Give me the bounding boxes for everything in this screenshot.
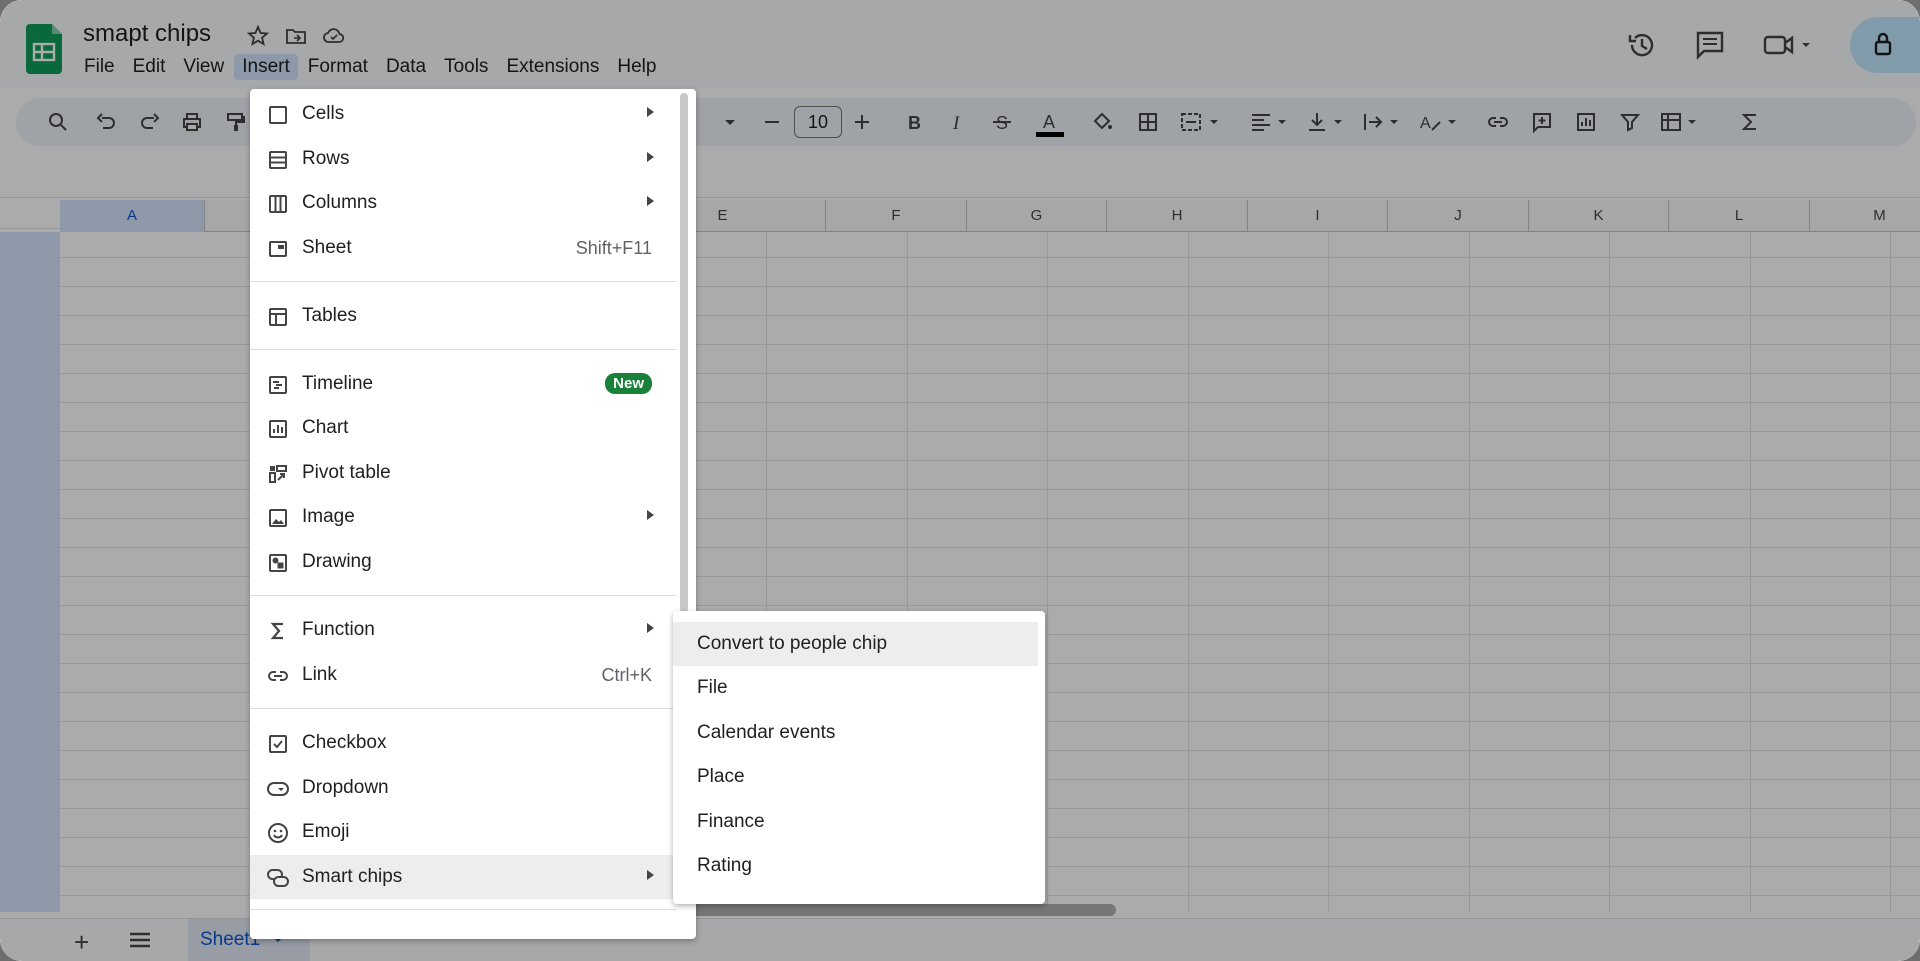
submenu-arrow-icon [647,107,654,117]
submenu-item-label: Calendar events [697,722,836,743]
menu-divider [250,281,676,282]
submenu-arrow-icon [647,510,654,520]
menu-item-label: Emoji [302,821,350,842]
menu-item-label: Image [302,506,355,527]
submenu-item-label: Finance [697,811,765,832]
menu-item-drawing[interactable]: Drawing [250,540,676,584]
image-icon [266,506,290,530]
submenu-item-calendar-events[interactable]: Calendar events [673,711,1038,755]
menu-item-label: Dropdown [302,777,389,798]
menu-item-dropdown[interactable]: Dropdown [250,766,676,810]
pivot-table-icon [266,462,290,486]
menu-item-checkbox[interactable]: Checkbox [250,721,676,765]
new-badge: New [605,373,652,394]
menu-item-columns[interactable]: Columns [250,181,676,225]
menu-item-label: Sheet [302,237,352,258]
sigma-icon [266,619,290,643]
square-icon [266,103,290,127]
menu-item-label: Timeline [302,373,374,394]
sheets-app: smapt chips File Edit View Insert Format… [0,0,1920,961]
menu-item-function[interactable]: Function [250,608,676,652]
table-icon [266,305,290,329]
sheet-icon [266,237,290,261]
menu-item-cells[interactable]: Cells [250,92,676,136]
menu-item-label: Rows [302,148,350,169]
submenu-arrow-icon [647,152,654,162]
submenu-arrow-icon [647,870,654,880]
menu-divider [250,909,676,910]
menu-scrollbar[interactable] [680,93,688,613]
insert-menu: Cells Rows Columns Sheet Shift+F11 Table… [250,89,696,939]
submenu-item-label: Convert to people chip [697,633,888,654]
submenu-item-label: File [697,677,728,698]
menu-item-label: Columns [302,192,377,213]
submenu-arrow-icon [647,623,654,633]
submenu-item-rating[interactable]: Rating [673,844,1038,888]
menu-item-pivot-table[interactable]: Pivot table [250,451,676,495]
menu-divider [250,595,676,596]
menu-item-shortcut: Ctrl+K [601,665,652,685]
timeline-icon [266,373,290,397]
menu-item-tables[interactable]: Tables [250,294,676,338]
menu-item-rows[interactable]: Rows [250,137,676,181]
menu-item-label: Checkbox [302,732,387,753]
menu-item-sheet[interactable]: Sheet Shift+F11 [250,226,676,270]
menu-item-label: Drawing [302,551,372,572]
rows-icon [266,148,290,172]
menu-item-label: Tables [302,305,357,326]
submenu-item-place[interactable]: Place [673,755,1038,799]
smart-chips-icon [266,866,290,890]
menu-item-image[interactable]: Image [250,495,676,539]
chart-icon [266,417,290,441]
menu-item-label: Function [302,619,375,640]
menu-item-label: Chart [302,417,349,438]
menu-divider [250,708,676,709]
menu-item-label: Smart chips [302,866,403,887]
drawing-icon [266,551,290,575]
menu-item-shortcut: Shift+F11 [575,238,652,258]
menu-divider [250,349,676,350]
emoji-icon [266,821,290,845]
menu-item-emoji[interactable]: Emoji [250,810,676,854]
columns-icon [266,192,290,216]
menu-item-smart-chips[interactable]: Smart chips [250,855,676,899]
submenu-item-label: Rating [697,855,752,876]
menu-item-label: Pivot table [302,462,391,483]
menu-item-link[interactable]: Link Ctrl+K [250,653,676,697]
submenu-item-finance[interactable]: Finance [673,800,1038,844]
submenu-item-label: Place [697,766,745,787]
menu-item-label: Cells [302,103,345,124]
menu-item-chart[interactable]: Chart [250,406,676,450]
menu-item-timeline[interactable]: Timeline New [250,362,676,406]
submenu-item-convert-to-people-chip[interactable]: Convert to people chip [673,622,1038,666]
menu-item-label: Link [302,664,337,685]
checkbox-icon [266,732,290,756]
smart-chips-submenu: Convert to people chip File Calendar eve… [673,611,1045,904]
dropdown-icon [266,777,290,801]
submenu-arrow-icon [647,196,654,206]
link-icon [266,664,290,688]
submenu-item-file[interactable]: File [673,666,1038,710]
